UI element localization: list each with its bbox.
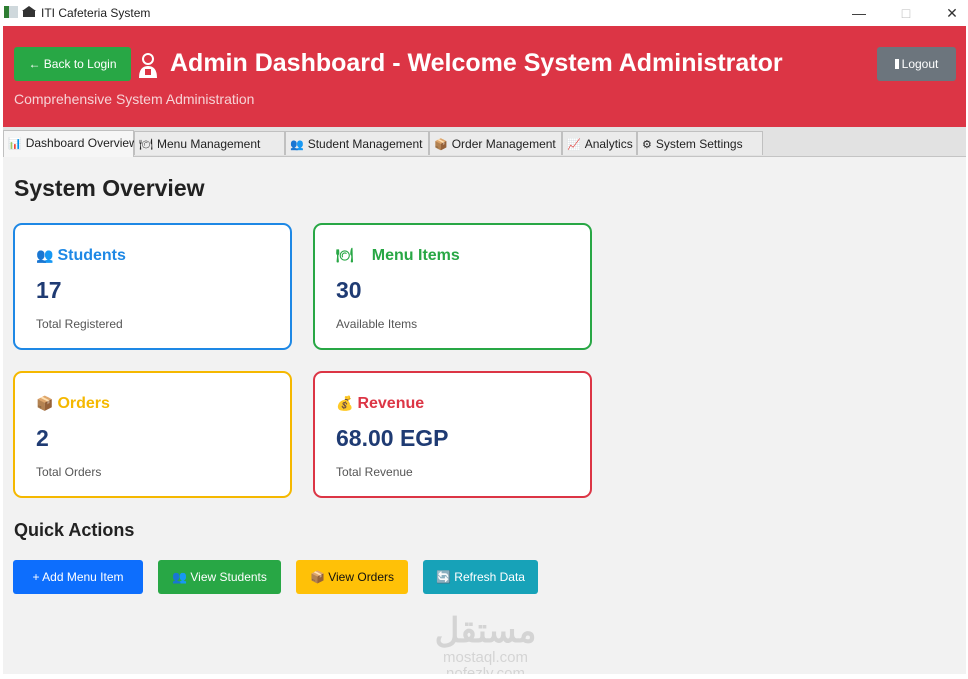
section-title: System Overview <box>14 175 205 201</box>
card-value: 17 <box>36 277 62 303</box>
card-title-text: Menu Items <box>371 247 460 264</box>
tab-dashboard-overview[interactable]: 📊 Dashboard Overview <box>3 130 138 157</box>
quick-actions-title: Quick Actions <box>14 520 135 540</box>
card-title: 📦 Orders <box>36 395 110 413</box>
menu-items-card: 🍽 Menu Items 30 Available Items <box>313 223 592 350</box>
tab-bar: 📊 Dashboard Overview 🍽 Menu Management 👥 St… <box>3 127 966 157</box>
cafeteria-app-icon <box>22 6 36 22</box>
card-value: 2 <box>36 425 49 451</box>
close-button[interactable]: ✕ <box>938 3 966 23</box>
chart-icon: 📊 <box>8 138 22 150</box>
package-icon: 📦 <box>36 395 54 411</box>
card-title-text: Revenue <box>357 395 425 412</box>
maximize-button[interactable]: □ <box>892 3 920 23</box>
orders-card: 📦 Orders 2 Total Orders <box>13 371 292 498</box>
tab-label: Dashboard Overview <box>25 136 138 150</box>
card-value: 68.00 EGP <box>336 425 449 451</box>
watermark-line-2: nofezly.com <box>446 665 525 675</box>
card-subtitle: Total Registered <box>36 317 123 331</box>
tab-label: Analytics <box>584 137 633 151</box>
users-icon: 👥 <box>36 247 54 263</box>
package-icon: 📦 <box>434 139 448 151</box>
plate-icon: 🍽 <box>139 139 153 151</box>
card-title: 🍽 Menu Items <box>336 247 460 265</box>
admin-user-icon <box>137 51 159 79</box>
add-menu-item-button[interactable]: + Add Menu Item <box>13 560 143 594</box>
tab-label: Order Management <box>451 137 556 151</box>
card-subtitle: Total Revenue <box>336 465 413 479</box>
students-card: 👥 Students 17 Total Registered <box>13 223 292 350</box>
money-bag-icon: 💰 <box>336 395 354 411</box>
revenue-card: 💰 Revenue 68.00 EGP Total Revenue <box>313 371 592 498</box>
tab-label: System Settings <box>655 137 743 151</box>
logout-label: Logout <box>901 57 939 71</box>
tab-system-settings[interactable]: ⚙ System Settings <box>637 131 763 155</box>
app-frame: ← Back to Login Admin Dashboard - Welcom… <box>3 26 966 674</box>
card-title: 💰 Revenue <box>336 395 424 413</box>
tab-menu-management[interactable]: 🍽 Menu Management <box>134 131 285 155</box>
view-students-button[interactable]: 👥 View Students <box>158 560 281 594</box>
watermark-logo: مستقل <box>434 612 537 650</box>
window-titlebar: ITI Cafeteria System — □ ✕ <box>0 0 968 26</box>
card-title-text: Students <box>57 247 126 264</box>
view-orders-button[interactable]: 📦 View Orders <box>296 560 408 594</box>
logout-button[interactable]: Logout <box>877 47 956 81</box>
back-to-login-button[interactable]: ← Back to Login <box>14 47 131 81</box>
trend-icon: 📈 <box>567 139 581 151</box>
app-window-icon <box>4 6 18 22</box>
tab-label: Student Management <box>307 137 423 151</box>
card-subtitle: Available Items <box>336 317 418 331</box>
card-subtitle: Total Orders <box>36 465 102 479</box>
dashboard-title: Admin Dashboard - Welcome System Adminis… <box>170 49 783 77</box>
overview-panel: System Overview 👥 Students 17 Total Regis… <box>3 157 966 674</box>
dashboard-header: ← Back to Login Admin Dashboard - Welcom… <box>3 26 966 127</box>
tab-label: Menu Management <box>156 137 261 151</box>
tab-analytics[interactable]: 📈 Analytics <box>562 131 637 155</box>
tab-student-management[interactable]: 👥 Student Management <box>285 131 429 155</box>
card-title-text: Orders <box>57 395 110 412</box>
users-icon: 👥 <box>290 139 304 151</box>
watermark-line-1: mostaql.com <box>442 649 529 666</box>
watermark: مستقل mostaql.com nofezly.com <box>423 612 548 674</box>
gear-icon: ⚙ <box>642 139 652 151</box>
plate-icon: 🍽 <box>336 247 354 263</box>
window-title: ITI Cafeteria System <box>41 6 151 20</box>
door-icon <box>894 59 899 69</box>
card-value: 30 <box>336 277 362 303</box>
dashboard-subtitle: Comprehensive System Administration <box>14 91 255 107</box>
refresh-data-button[interactable]: 🔄 Refresh Data <box>423 560 538 594</box>
tab-order-management[interactable]: 📦 Order Management <box>429 131 562 155</box>
minimize-button[interactable]: — <box>845 3 873 23</box>
card-title: 👥 Students <box>36 247 126 265</box>
